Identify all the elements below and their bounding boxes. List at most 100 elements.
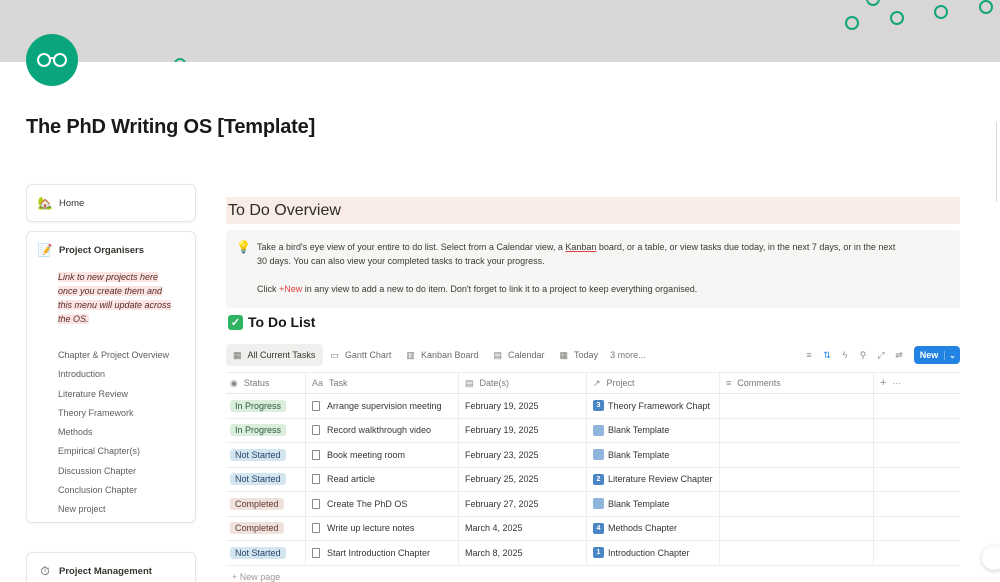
table-row[interactable]: In Progress Arrange supervision meeting Fe… [226,394,960,419]
task-cell[interactable]: Create The PhD OS [306,492,459,516]
tab-all-current-tasks[interactable]: ▦ All Current Tasks [226,344,324,366]
project-cell[interactable]: 4 Methods Chapter [587,516,720,540]
tab-kanban-board[interactable]: ▥ Kanban Board [399,344,486,366]
column-dates[interactable]: ▤ Date(s) [459,373,587,393]
automation-icon[interactable]: ϟ [836,350,854,360]
page-cover[interactable] [0,0,1000,62]
project-link[interactable]: Introduction [58,365,195,384]
table-row[interactable]: Not Started Book meeting room February 23,… [226,443,960,468]
date-cell[interactable]: February 25, 2025 [459,467,587,491]
tab-today[interactable]: ▦ Today [553,344,607,366]
comments-cell[interactable] [720,418,874,442]
sort-icon[interactable]: ⇅ [818,350,836,361]
cover-circle-decoration [934,5,948,19]
project-links: Chapter & Project Overview Introduction … [58,346,195,520]
memo-icon: 📝 [37,243,53,257]
add-column-icon[interactable]: + [880,377,886,389]
status-cell[interactable]: Completed [226,516,306,540]
new-button[interactable]: New ⌄ [914,346,960,364]
table-row[interactable]: Completed Write up lecture notes March 4, … [226,516,960,541]
project-link[interactable]: Methods [58,423,195,442]
column-task[interactable]: Aa Task [306,373,459,393]
project-cell[interactable]: Blank Template [587,443,720,467]
column-status[interactable]: ◉ Status [226,373,306,393]
more-icon[interactable]: ··· [892,378,901,388]
project-link[interactable]: Chapter & Project Overview [58,346,195,365]
task-cell[interactable]: Read article [306,467,459,491]
project-management-card[interactable]: ⏱ Project Management [26,552,196,582]
column-project[interactable]: ↗ Project [587,373,720,393]
table-header: ◉ Status Aa Task ▤ Date(s) ↗ Project ≡ Commen… [226,372,960,394]
project-link[interactable]: Literature Review [58,385,195,404]
tab-calendar[interactable]: ▤ Calendar [486,344,552,366]
project-number-icon [593,498,604,510]
date-cell[interactable]: February 23, 2025 [459,443,587,467]
callout-line: Take a bird's eye view of your entire to… [257,242,896,252]
page-icon [312,425,320,436]
cover-circle-decoration [890,11,904,25]
project-link[interactable]: Theory Framework [58,404,195,423]
task-cell[interactable]: Record walkthrough video [306,418,459,442]
table-row[interactable]: Not Started Read article February 25, 2025… [226,467,960,492]
callout-line: 30 days. You can also view your complete… [257,256,545,266]
project-link[interactable]: New project [58,500,195,519]
date-cell[interactable]: February 19, 2025 [459,394,587,418]
date-cell[interactable]: March 4, 2025 [459,516,587,540]
table-row[interactable]: In Progress Record walkthrough video Febru… [226,418,960,443]
comments-cell[interactable] [720,492,874,516]
task-cell[interactable]: Write up lecture notes [306,516,459,540]
home-card[interactable]: 🏡 Home [26,184,196,222]
comments-cell[interactable] [720,516,874,540]
overview-heading[interactable]: To Do Overview [226,197,960,224]
comments-cell[interactable] [720,394,874,418]
table-body: In Progress Arrange supervision meeting Fe… [226,394,960,566]
home-link[interactable]: Home [59,198,84,209]
project-cell[interactable]: 2 Literature Review Chapter [587,467,720,491]
status-cell[interactable]: Not Started [226,467,306,491]
page-title[interactable]: The PhD Writing OS [Template] [26,116,315,139]
project-cell[interactable]: Blank Template [587,492,720,516]
settings-icon[interactable]: ⇌ [890,350,908,361]
task-cell[interactable]: Book meeting room [306,443,459,467]
more-views-button[interactable]: 3 more... [610,350,646,360]
todo-table: ◉ Status Aa Task ▤ Date(s) ↗ Project ≡ Commen… [226,372,960,566]
project-link[interactable]: Discussion Chapter [58,462,195,481]
project-cell[interactable]: 1 Introduction Chapter [587,541,720,565]
organisers-note: Link to new projects here once you creat… [58,272,172,324]
table-row[interactable]: Completed Create The PhD OS February 27, 2… [226,492,960,517]
comments-cell[interactable] [720,541,874,565]
task-cell[interactable]: Start Introduction Chapter [306,541,459,565]
status-badge: Not Started [230,546,286,559]
glasses-icon[interactable] [26,34,78,86]
comments-cell[interactable] [720,443,874,467]
date-cell[interactable]: February 19, 2025 [459,418,587,442]
status-cell[interactable]: Not Started [226,541,306,565]
new-page-button[interactable]: + New page [232,572,280,582]
status-cell[interactable]: In Progress [226,418,306,442]
expand-icon[interactable]: ⤢ [872,350,890,361]
board-icon: ▥ [406,349,415,360]
help-avatar[interactable] [982,546,1000,570]
task-cell[interactable]: Arrange supervision meeting [306,394,459,418]
project-link[interactable]: Empirical Chapter(s) [58,442,195,461]
status-cell[interactable]: In Progress [226,394,306,418]
project-cell[interactable]: 3 Theory Framework Chapt [587,394,720,418]
tab-gantt-chart[interactable]: ▭ Gantt Chart [323,344,399,366]
chevron-down-icon[interactable]: ⌄ [944,350,960,360]
status-cell[interactable]: Completed [226,492,306,516]
project-cell[interactable]: Blank Template [587,418,720,442]
search-icon[interactable]: ⚲ [854,350,872,361]
empty-cell [874,468,960,492]
status-cell[interactable]: Not Started [226,443,306,467]
table-row[interactable]: Not Started Start Introduction Chapter Mar… [226,541,960,566]
project-link[interactable]: Conclusion Chapter [58,481,195,500]
date-cell[interactable]: March 8, 2025 [459,541,587,565]
comments-cell[interactable] [720,467,874,491]
column-comments[interactable]: ≡ Comments [720,373,874,393]
lightbulb-icon: 💡 [236,240,251,254]
overview-callout[interactable]: 💡 Take a bird's eye view of your entire … [226,230,960,308]
todo-heading[interactable]: ✓ To Do List [228,314,315,330]
empty-cell [874,443,960,467]
date-cell[interactable]: February 27, 2025 [459,492,587,516]
filter-icon[interactable]: ≡ [800,350,818,360]
